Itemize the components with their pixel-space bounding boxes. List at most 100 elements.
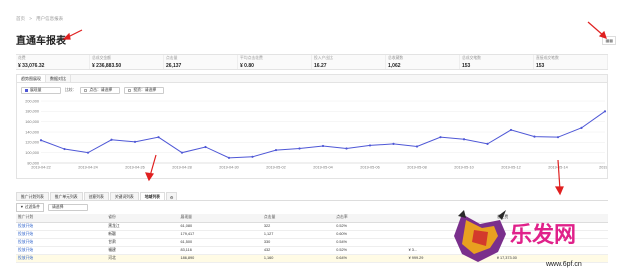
breadcrumb-home[interactable]: 首页: [16, 16, 25, 21]
chart-panel: 趋势图展现 数据对比 展现量 比较： 点击：请选择 投资：请选择 200,000…: [16, 74, 608, 179]
data-point: [110, 138, 113, 141]
arrow-to-title: [65, 29, 83, 39]
tab-plans[interactable]: 推广计划列表: [16, 192, 49, 200]
table-header[interactable]: 展现量: [178, 214, 262, 223]
table-cell: 1,127: [261, 230, 335, 239]
data-point: [439, 136, 442, 139]
x-tick-label: 2019-05-10: [454, 166, 473, 170]
x-tick-label: 2019-04-22: [31, 166, 50, 170]
table-cell: 322: [261, 222, 335, 231]
metric-direct-orders[interactable]: 直接成交笔数 153: [534, 55, 608, 69]
table-header[interactable]: 推广计划: [16, 214, 107, 223]
table-cell: 新疆: [106, 230, 179, 239]
metric-total-sales[interactable]: 总成交金额 ¥ 236,883.50: [90, 55, 164, 69]
data-point: [533, 135, 536, 138]
data-point: [251, 155, 254, 158]
metric-cost[interactable]: 花费 ¥ 33,076.32: [16, 55, 90, 69]
plan-link[interactable]: 投放开始: [16, 238, 107, 247]
tab-units[interactable]: 推广单元列表: [49, 192, 83, 200]
table-cell: 61,500: [178, 238, 262, 247]
plan-link[interactable]: 投放开始: [16, 222, 107, 231]
metric-favorites[interactable]: 总收藏数 1,062: [386, 55, 460, 69]
x-tick-label: 2019-05-04: [313, 166, 332, 170]
table-cell: 甘肃: [106, 238, 179, 247]
metric-clicks[interactable]: 点击量 26,137: [164, 55, 238, 69]
breadcrumb-separator: >: [29, 16, 32, 21]
tab-trend[interactable]: 趋势图展现: [17, 75, 46, 82]
data-point: [321, 144, 325, 148]
table-cell: 0.54%: [334, 238, 407, 247]
x-tick-label: 2019-05-12: [501, 166, 520, 170]
y-tick-label: 160,000: [25, 120, 39, 124]
table-cell: 330: [261, 238, 335, 247]
compare-select-a[interactable]: 点击：请选择: [80, 87, 121, 94]
x-tick-label: 2019-04-28: [172, 166, 191, 170]
metric-avg-click-cost[interactable]: 平均点击花费 ¥ 0.80: [238, 55, 312, 69]
logo-horn-left: [458, 210, 466, 218]
metrics-bar: 花费 ¥ 33,076.32 总成交金额 ¥ 236,883.50 点击量 26,13…: [16, 54, 608, 70]
compare-label: 比较：: [65, 88, 77, 92]
table-cell: 179,417: [178, 230, 262, 239]
watermark-logo: 乐发网 www.6pf.cn: [454, 210, 582, 268]
plan-link[interactable]: 投放开始: [16, 246, 107, 255]
table-cell: 0.64%: [334, 254, 407, 263]
table-cell: 0.60%: [334, 230, 407, 239]
x-tick-label: 2019-05-08: [407, 166, 426, 170]
filter-select[interactable]: 请选择: [48, 204, 89, 211]
watermark-url: www.6pf.cn: [545, 261, 582, 268]
x-tick-label: 2019-05-06: [360, 166, 379, 170]
data-point: [509, 128, 513, 132]
watermark-text: 乐发网: [510, 222, 576, 248]
x-tick-label: 2019-04-26: [125, 166, 144, 170]
table-header[interactable]: 点击量: [261, 214, 335, 223]
checkbox-icon: [128, 89, 132, 92]
table-header[interactable]: 点击率: [334, 214, 407, 223]
table-cell: 黑龙江: [106, 222, 179, 231]
data-point: [180, 151, 184, 154]
breadcrumb: 首页 > 用户信息报表: [16, 16, 66, 22]
data-point: [204, 145, 207, 149]
trend-chart: 200,000 180,000 160,000 140,000 120,000 100,0…: [25, 99, 607, 170]
data-point: [462, 138, 466, 141]
y-tick-label: 120,000: [25, 141, 39, 145]
data-point: [345, 147, 348, 150]
table-header[interactable]: 省份: [106, 214, 179, 223]
grid-view-button[interactable]: ▦▦: [602, 36, 616, 45]
x-tick-label: 2019-04-24: [78, 166, 97, 170]
metric-total-orders[interactable]: 总成交笔数 153: [460, 55, 534, 69]
arrow-to-grid: [587, 21, 605, 37]
tab-keywords[interactable]: 关键词列表: [109, 192, 139, 200]
x-tick-label: 2019-05-02: [266, 166, 285, 170]
settings-gear-icon[interactable]: ⚙: [165, 192, 178, 200]
data-point: [392, 142, 395, 145]
checkbox-icon: [84, 89, 88, 92]
series-line: [40, 110, 606, 159]
data-point: [157, 136, 160, 139]
tab-regions[interactable]: 地域列表: [139, 192, 165, 200]
page-title: 直通车报表: [16, 36, 66, 47]
y-tick-label: 100,000: [25, 151, 39, 155]
data-point: [63, 147, 66, 151]
y-tick-label: 200,000: [25, 99, 39, 103]
data-point: [133, 140, 137, 143]
table-cell: 1,160: [261, 254, 335, 263]
compare-select-b[interactable]: 投资：请选择: [124, 87, 165, 94]
tab-compare[interactable]: 数据对比: [46, 75, 71, 82]
data-point: [298, 147, 301, 150]
metric-select[interactable]: 展现量: [21, 87, 61, 94]
breadcrumb-current: 用户信息报表: [36, 16, 64, 21]
tab-creatives[interactable]: 创意列表: [83, 192, 109, 200]
data-point: [486, 142, 489, 145]
filter-button[interactable]: ▼ 过滤条件: [16, 203, 45, 212]
data-point: [368, 144, 372, 147]
table-cell: 432: [261, 246, 335, 255]
data-point: [415, 145, 419, 148]
plan-link[interactable]: 投放开始: [16, 230, 107, 239]
data-point: [274, 148, 278, 152]
table-cell: 61,080: [178, 222, 262, 231]
y-tick-label: 180,000: [25, 110, 39, 114]
data-point: [39, 139, 43, 142]
metric-roi[interactable]: 投入产出比 16.27: [312, 55, 386, 69]
data-point: [227, 156, 231, 159]
plan-link[interactable]: 投放开始: [16, 254, 107, 263]
